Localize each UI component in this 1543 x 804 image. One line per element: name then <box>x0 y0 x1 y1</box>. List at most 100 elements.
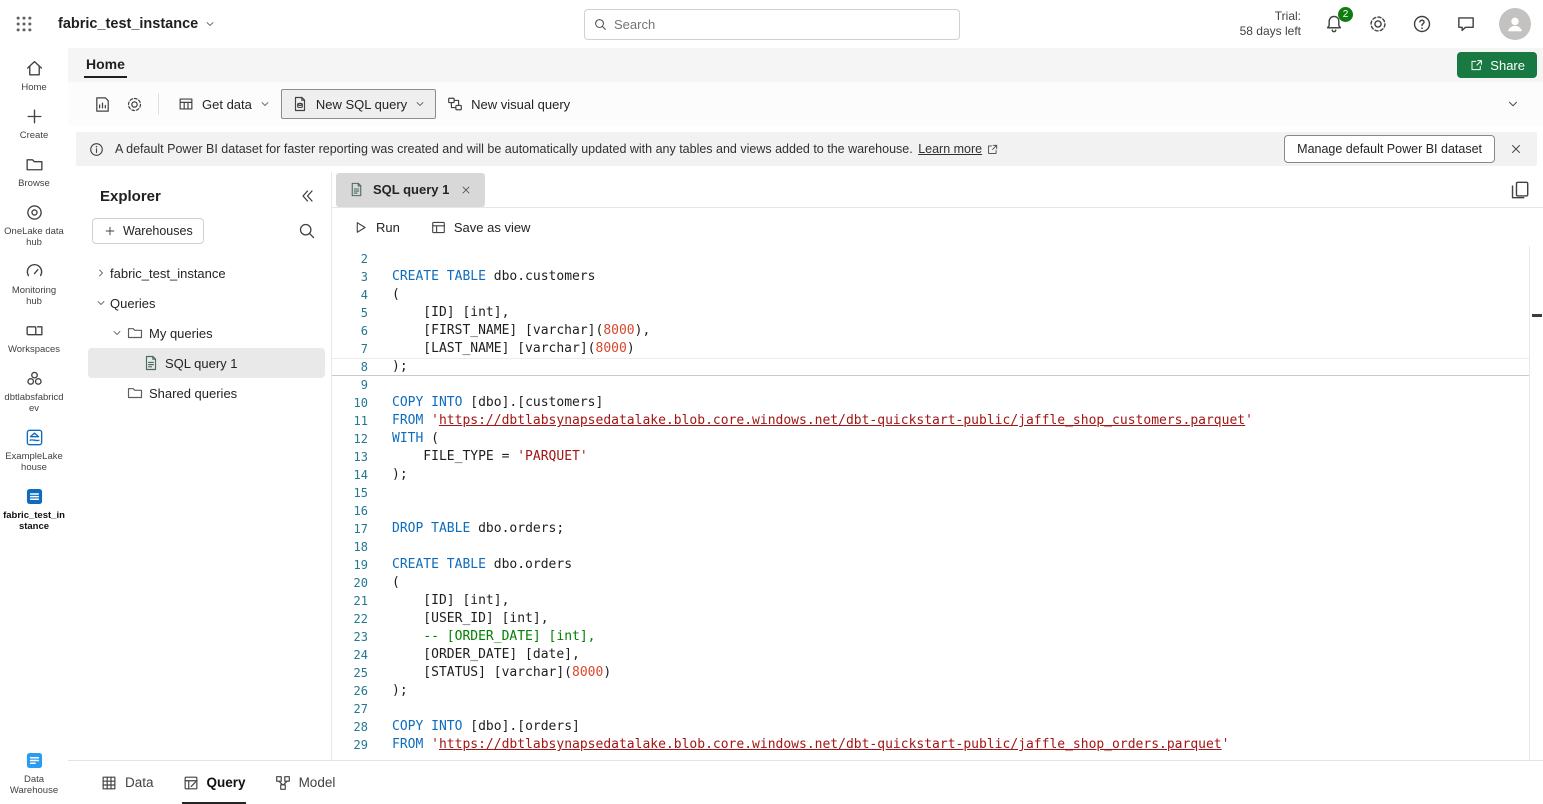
global-search[interactable] <box>584 9 960 40</box>
collapse-ribbon-button[interactable] <box>1497 89 1529 119</box>
code-line-20[interactable]: 20( <box>332 574 1543 592</box>
search-input[interactable] <box>614 17 951 32</box>
code-line-22[interactable]: 22 [USER_ID] [int], <box>332 610 1543 628</box>
code-line-26[interactable]: 26); <box>332 682 1543 700</box>
workspaces-icon <box>24 320 45 341</box>
app-launcher-button[interactable] <box>0 0 48 48</box>
add-warehouses-button[interactable]: Warehouses <box>92 218 204 244</box>
code-line-29[interactable]: 29FROM 'https://dbtlabsynapsedatalake.bl… <box>332 736 1543 754</box>
code-line-17[interactable]: 17DROP TABLE dbo.orders; <box>332 520 1543 538</box>
view-tab-query[interactable]: Query <box>182 761 246 804</box>
line-number: 19 <box>332 556 368 574</box>
tree-item-my-queries[interactable]: My queries <box>88 318 325 348</box>
notifications-button[interactable]: 2 <box>1323 13 1345 35</box>
save-as-view-button[interactable]: Save as view <box>430 219 531 236</box>
code-line-13[interactable]: 13 FILE_TYPE = 'PARQUET' <box>332 448 1543 466</box>
tree-item-queries[interactable]: Queries <box>88 288 325 318</box>
rail-item-create[interactable]: Create <box>1 106 67 141</box>
help-button[interactable] <box>1411 13 1433 35</box>
code-line-8[interactable]: 8); <box>332 358 1543 376</box>
lakehouse-icon <box>24 427 45 448</box>
code-text: [USER_ID] [int], <box>368 610 549 628</box>
view-tab-label: Data <box>125 775 154 790</box>
chevron-down-icon[interactable] <box>111 327 123 339</box>
copy-icon[interactable] <box>1509 179 1531 201</box>
code-line-6[interactable]: 6 [FIRST_NAME] [varchar](8000), <box>332 322 1543 340</box>
rail-items: Home Create Browse OneLake data hub Monitori… <box>1 58 67 545</box>
code-line-25[interactable]: 25 [STATUS] [varchar](8000) <box>332 664 1543 682</box>
share-button[interactable]: Share <box>1457 52 1537 78</box>
code-line-12[interactable]: 12WITH ( <box>332 430 1543 448</box>
sql-editor[interactable]: 23CREATE TABLE dbo.customers4(5 [ID] [in… <box>332 246 1543 760</box>
chevron-down-icon[interactable] <box>95 297 107 309</box>
banner-close-button[interactable] <box>1505 138 1527 160</box>
tab-close-button[interactable] <box>457 181 475 199</box>
trial-label: Trial: <box>1240 9 1301 24</box>
rail-item-home[interactable]: Home <box>1 58 67 93</box>
tree-item-sql-query-1[interactable]: SQL query 1 <box>88 348 325 378</box>
editor-area: SQL query 1 Run Save as view <box>332 172 1543 760</box>
rail-item-examplelakehouse[interactable]: ExampleLakehouse <box>1 427 67 473</box>
editor-scrollbar[interactable] <box>1529 246 1543 760</box>
code-line-27[interactable]: 27 <box>332 700 1543 718</box>
code-line-19[interactable]: 19CREATE TABLE dbo.orders <box>332 556 1543 574</box>
manage-default-dataset-button[interactable]: Manage default Power BI dataset <box>1284 135 1495 163</box>
line-number: 26 <box>332 682 368 700</box>
code-line-21[interactable]: 21 [ID] [int], <box>332 592 1543 610</box>
warehouse-settings-button[interactable] <box>118 89 150 119</box>
code-line-11[interactable]: 11FROM 'https://dbtlabsynapsedatalake.bl… <box>332 412 1543 430</box>
explorer-tree: fabric_test_instance Queries My queriesSQL… <box>88 258 325 408</box>
workspace-switcher[interactable]: fabric_test_instance <box>58 16 216 32</box>
left-nav-rail: Home Create Browse OneLake data hub Monitori… <box>0 48 68 804</box>
code-line-14[interactable]: 14); <box>332 466 1543 484</box>
code-text <box>368 700 392 718</box>
rail-item-workspaces[interactable]: Workspaces <box>1 320 67 355</box>
line-number: 14 <box>332 466 368 484</box>
rail-item-dbtlabsfabricdev[interactable]: dbtlabsfabricdev <box>1 368 67 414</box>
code-line-24[interactable]: 24 [ORDER_DATE] [date], <box>332 646 1543 664</box>
code-line-16[interactable]: 16 <box>332 502 1543 520</box>
collapse-pane-icon[interactable] <box>297 186 317 206</box>
tab-sql-query-1[interactable]: SQL query 1 <box>336 173 485 207</box>
get-data-button[interactable]: Get data <box>167 89 281 119</box>
code-line-18[interactable]: 18 <box>332 538 1543 556</box>
account-avatar[interactable] <box>1499 8 1531 40</box>
feedback-button[interactable] <box>1455 13 1477 35</box>
tree-chevron-slot <box>108 324 126 342</box>
code-text <box>368 484 392 502</box>
tree-item-shared-queries[interactable]: Shared queries <box>88 378 325 408</box>
tree-item-label: Queries <box>110 296 156 311</box>
explorer-search-icon[interactable] <box>297 221 317 241</box>
learn-more-link[interactable]: Learn more <box>918 142 999 156</box>
code-line-28[interactable]: 28COPY INTO [dbo].[orders] <box>332 718 1543 736</box>
new-sql-query-button[interactable]: New SQL query <box>281 89 436 119</box>
run-button[interactable]: Run <box>352 219 400 236</box>
rail-item-data-warehouse[interactable]: Data Warehouse <box>1 750 67 796</box>
new-visual-query-button[interactable]: New visual query <box>436 89 580 119</box>
rail-item-monitoring-hub[interactable]: Monitoring hub <box>1 261 67 307</box>
view-tab-data[interactable]: Data <box>100 761 154 804</box>
settings-button[interactable] <box>1367 13 1389 35</box>
new-report-button[interactable] <box>86 89 118 119</box>
code-line-3[interactable]: 3CREATE TABLE dbo.customers <box>332 268 1543 286</box>
help-icon <box>1411 13 1433 35</box>
rail-item-onelake-data-hub[interactable]: OneLake data hub <box>1 202 67 248</box>
code-line-10[interactable]: 10COPY INTO [dbo].[customers] <box>332 394 1543 412</box>
code-text: [ID] [int], <box>368 304 509 322</box>
rail-item-fabric-test-instance[interactable]: fabric_test_instance <box>1 486 67 532</box>
chevron-right-icon[interactable] <box>95 267 107 279</box>
code-line-7[interactable]: 7 [LAST_NAME] [varchar](8000) <box>332 340 1543 358</box>
code-line-5[interactable]: 5 [ID] [int], <box>332 304 1543 322</box>
code-text: FROM 'https://dbtlabsynapsedatalake.blob… <box>368 412 1253 430</box>
code-line-4[interactable]: 4( <box>332 286 1543 304</box>
tree-item-fabric-test-instance[interactable]: fabric_test_instance <box>88 258 325 288</box>
rail-item-browse[interactable]: Browse <box>1 154 67 189</box>
code-line-9[interactable]: 9 <box>332 376 1543 394</box>
explorer-panel: Explorer Warehouses fabric_test_instance… <box>68 172 332 760</box>
code-line-23[interactable]: 23 -- [ORDER_DATE] [int], <box>332 628 1543 646</box>
code-line-2[interactable]: 2 <box>332 250 1543 268</box>
code-line-15[interactable]: 15 <box>332 484 1543 502</box>
view-tab-model[interactable]: Model <box>274 761 336 804</box>
tab-home[interactable]: Home <box>84 52 127 78</box>
gear-icon <box>1367 13 1389 35</box>
